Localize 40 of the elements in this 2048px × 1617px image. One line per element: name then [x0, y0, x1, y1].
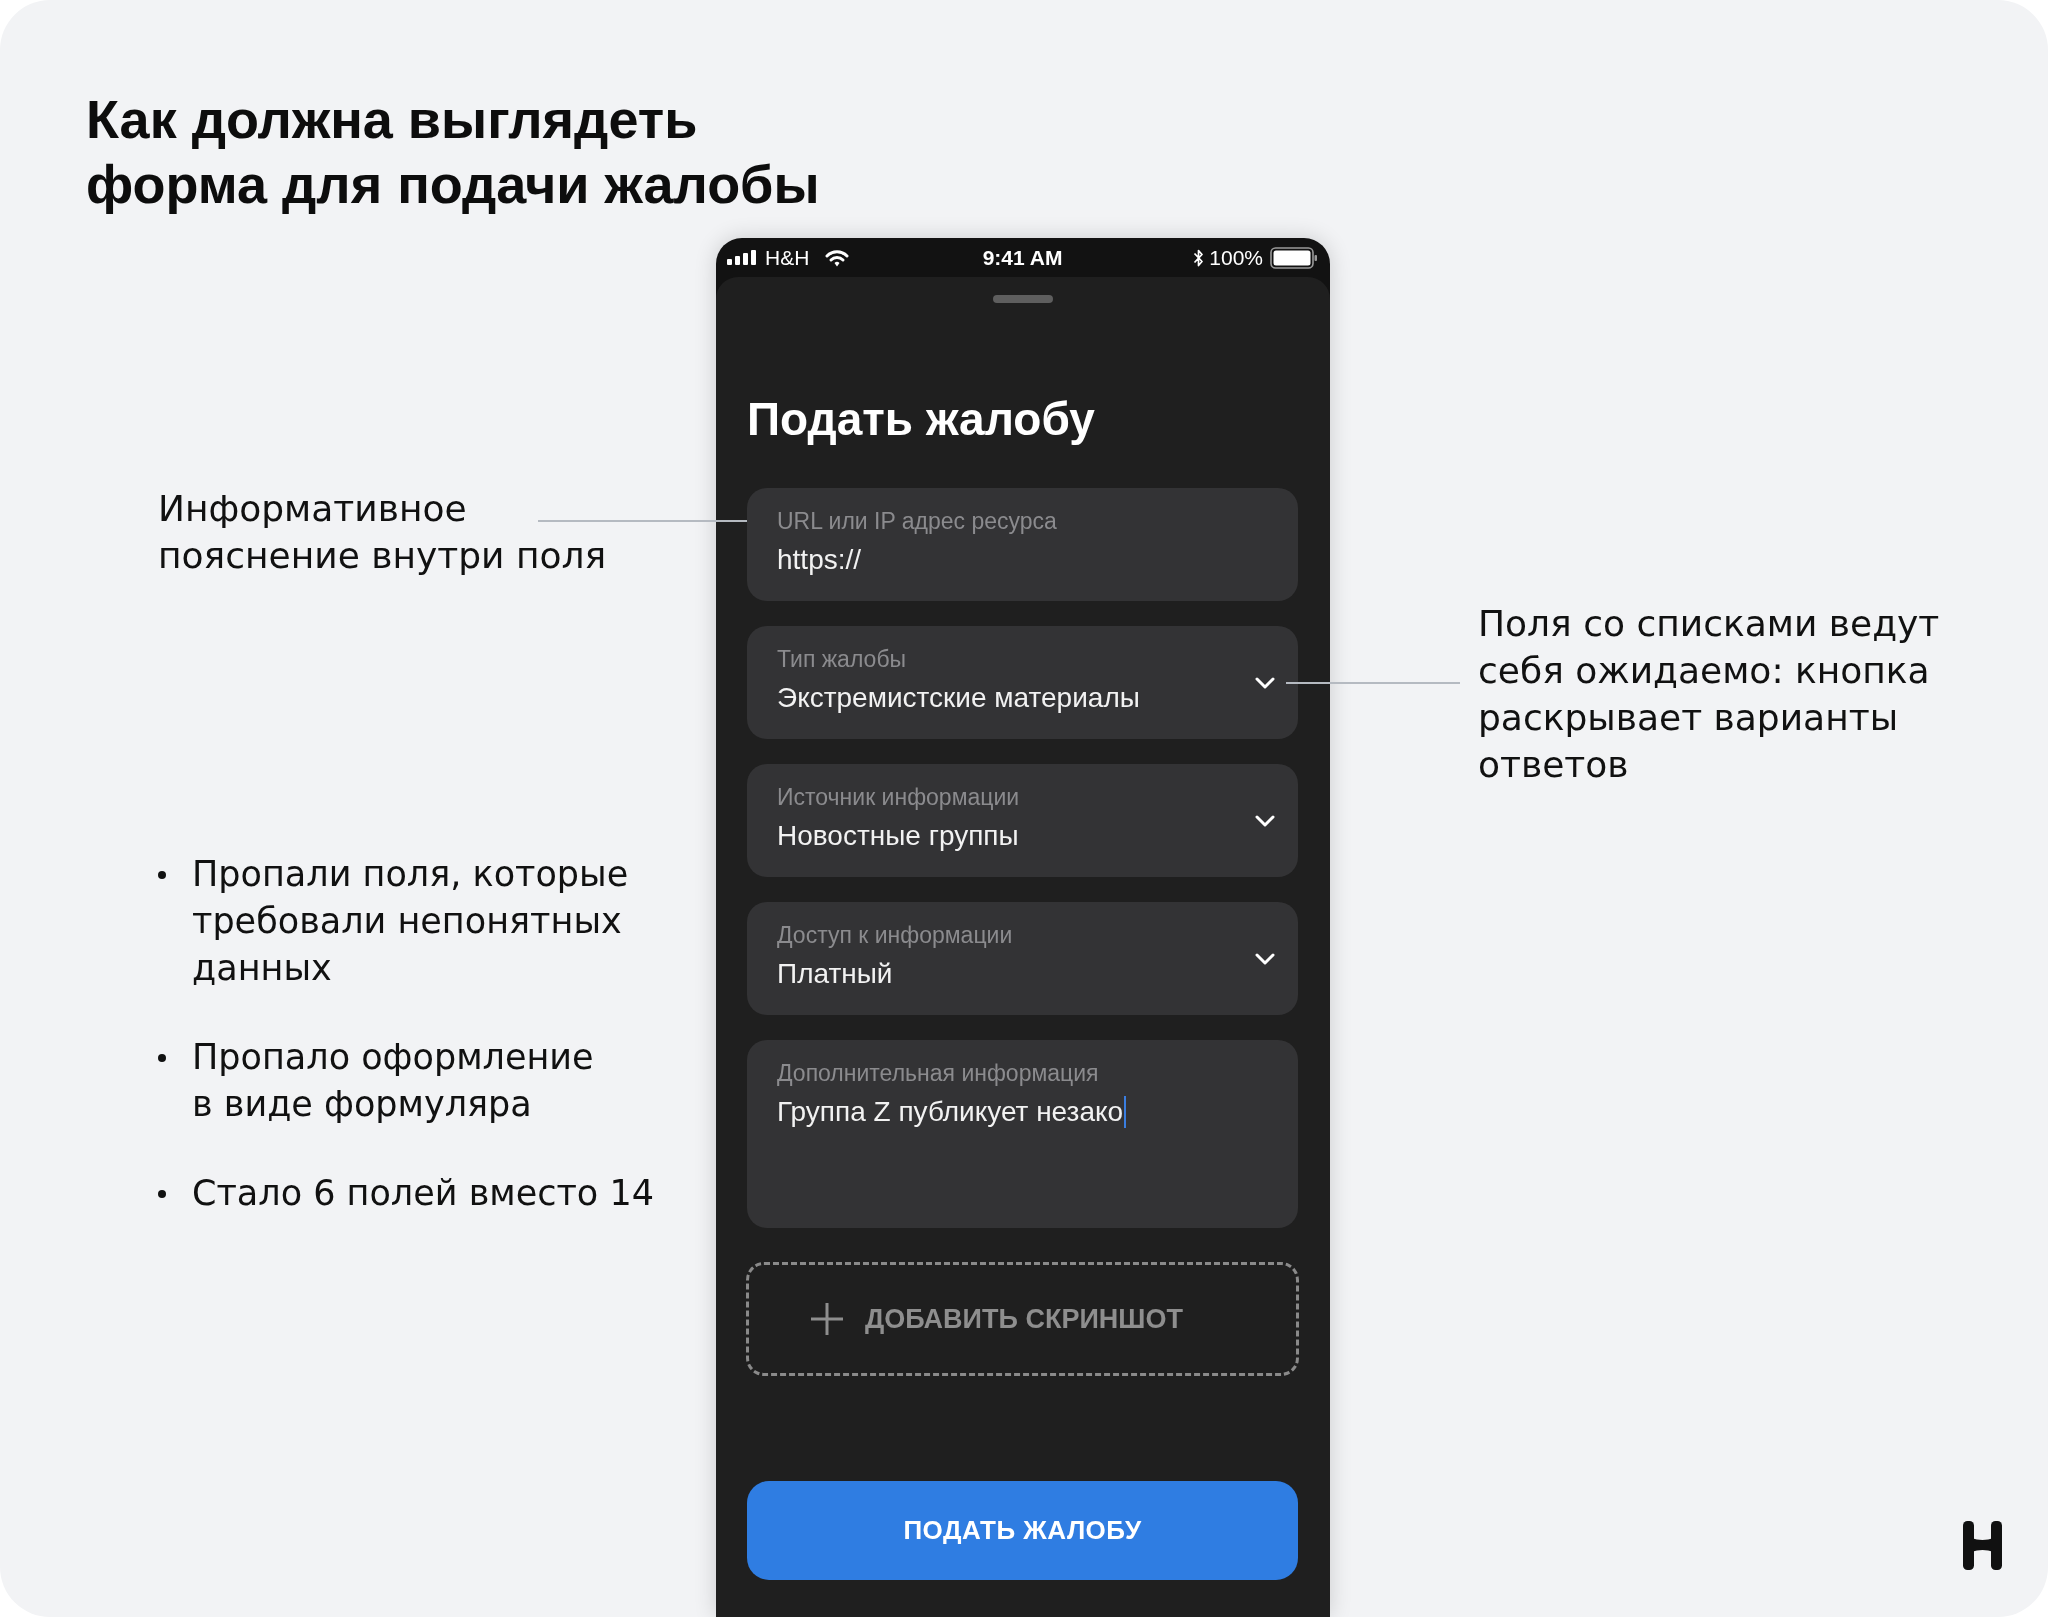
chevron-down-icon[interactable]	[1255, 814, 1275, 827]
field-label: Источник информации	[777, 783, 1020, 811]
text-area-field[interactable]: Дополнительная информация Группа Z публикует незако	[747, 1040, 1298, 1228]
field-label: Дополнительная информация	[777, 1059, 1099, 1087]
bullet-text: Пропало оформление в виде формуляра	[192, 1036, 594, 1126]
drag-handle[interactable]	[992, 295, 1053, 303]
dropdown-field[interactable]: Источник информации Новостные группы	[747, 764, 1298, 877]
chevron-down-icon[interactable]	[1255, 676, 1275, 689]
bluetooth-icon	[1193, 247, 1205, 268]
plus-icon	[810, 1302, 844, 1336]
battery-icon	[1270, 246, 1318, 269]
wifi-icon	[825, 248, 850, 267]
field-value: Группа Z публикует незако	[777, 1096, 1124, 1128]
bullet-icon	[158, 1054, 166, 1062]
bullet-text: Стало 6 полей вместо 14	[192, 1172, 654, 1215]
bullet-text: Пропали поля, которые требовали непонятных данных	[192, 853, 629, 990]
signal-icon	[727, 250, 756, 265]
screen-title: Подать жалобу	[747, 392, 1095, 447]
field-label: Тип жалобы	[777, 645, 907, 673]
carrier-name: H&H	[765, 245, 810, 270]
field-value: https://	[777, 544, 862, 576]
chevron-down-icon[interactable]	[1255, 952, 1275, 965]
annotation-text: Поля со списками ведут себя ожидаемо: кнопка раскрывает варианты ответов	[1478, 602, 1940, 787]
logo-icon	[1963, 1521, 2002, 1570]
battery-percentage: 100%	[1209, 245, 1263, 270]
submit-button[interactable]: ПОДАТЬ ЖАЛОБУ	[747, 1481, 1298, 1580]
dropdown-field[interactable]: Тип жалобы Экстремистские материалы	[747, 626, 1298, 739]
add-screenshot-button[interactable]: ДОБАВИТЬ СКРИНШОТ	[746, 1262, 1299, 1376]
status-time: 9:41 AM	[982, 245, 1063, 270]
field-value: Новостные группы	[777, 820, 1019, 852]
dropdown-field[interactable]: Доступ к информации Платный	[747, 902, 1298, 1015]
bullet-icon	[158, 871, 166, 879]
field-value: Экстремистские материалы	[777, 682, 1140, 714]
field-label: Доступ к информации	[777, 921, 1013, 949]
field-value: Платный	[777, 958, 893, 990]
text-field[interactable]: URL или IP адрес ресурса https://	[747, 488, 1298, 601]
slide-title: Как должна выглядеть форма для подачи жалобы	[86, 88, 820, 216]
bullet-icon	[158, 1190, 166, 1198]
field-label: URL или IP адрес ресурса	[777, 507, 1057, 535]
annotation-text: Информативное пояснение внутри поля	[158, 487, 607, 578]
